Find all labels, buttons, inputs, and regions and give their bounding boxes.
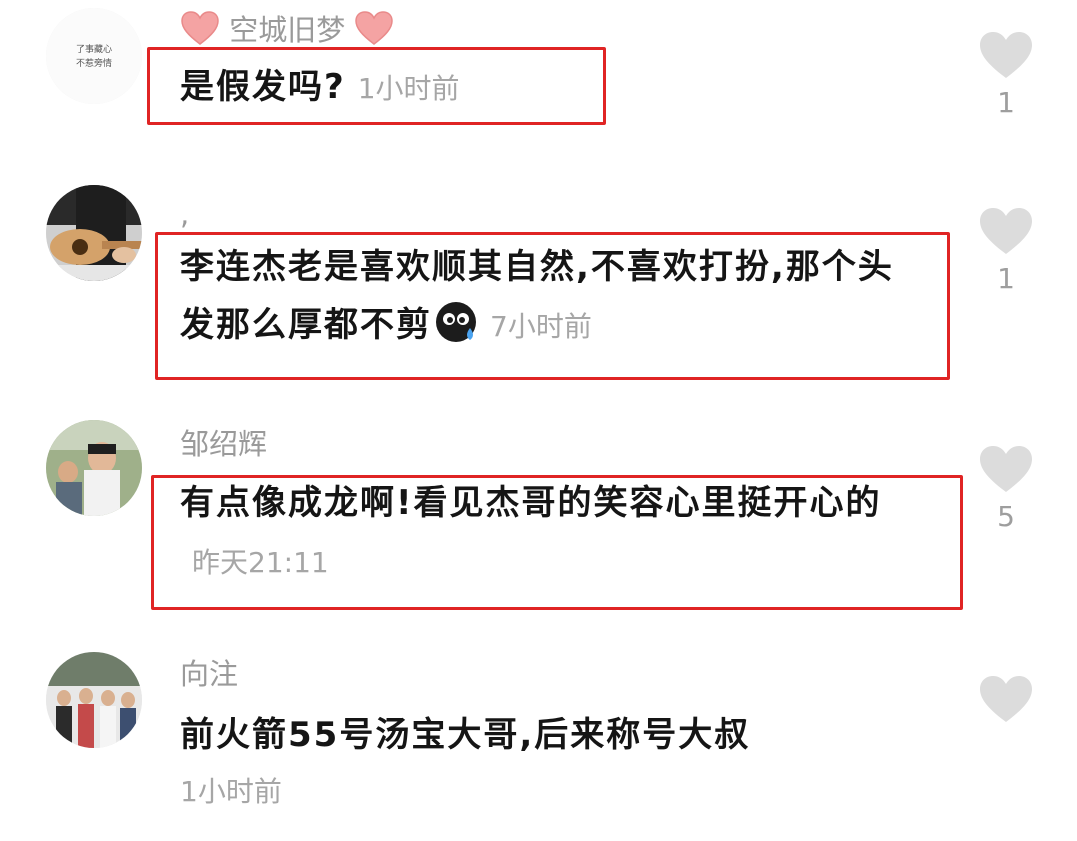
like-button[interactable]: [976, 674, 1036, 730]
avatar-lettering-line-2: 不惹旁情: [76, 57, 112, 69]
comment-time: 7小时前: [490, 310, 592, 343]
comment-body: 有点像成龙啊!看见杰哥的笑容心里挺开心的: [180, 483, 882, 523]
avatar-image: 了事藏心 不惹旁情: [46, 8, 142, 104]
avatar-image: [46, 185, 142, 281]
comment-item: 邹绍辉 有点像成龙啊!看见杰哥的笑容心里挺开心的昨天21:11 5: [0, 418, 1077, 618]
comment-body: 是假发吗?: [180, 67, 346, 107]
comment-text: 有点像成龙啊!看见杰哥的笑容心里挺开心的昨天21:11: [180, 474, 920, 592]
comment-username[interactable]: 邹绍辉: [180, 426, 267, 462]
heart-icon: [980, 32, 1032, 78]
comment-time: 1小时前: [180, 775, 282, 808]
avatar-lettering-line-1: 了事藏心: [76, 43, 112, 55]
comment-text: 李连杰老是喜欢顺其自然,不喜欢打扮,那个头发那么厚都不剪 7小时前: [180, 238, 910, 356]
avatar-image: [46, 652, 142, 748]
comment-item: , 李连杰老是喜欢顺其自然,不喜欢打扮,那个头发那么厚都不剪 7小时前 1: [0, 180, 1077, 390]
comment-username[interactable]: ,: [180, 196, 189, 232]
user-avatar[interactable]: [46, 652, 142, 748]
username-text: 空城旧梦: [229, 13, 346, 47]
like-button[interactable]: 5: [976, 444, 1036, 534]
heart-icon: [980, 208, 1032, 254]
user-avatar[interactable]: [46, 420, 142, 516]
like-count: 1: [997, 262, 1015, 295]
like-count: 1: [997, 86, 1015, 119]
like-button[interactable]: 1: [976, 30, 1036, 120]
like-button[interactable]: 1: [976, 206, 1036, 296]
comment-body: 前火箭55号汤宝大哥,后来称号大叔: [180, 715, 751, 755]
heart-icon: [980, 676, 1032, 722]
user-avatar[interactable]: 了事藏心 不惹旁情: [46, 8, 142, 104]
comment-item: 向注 前火箭55号汤宝大哥,后来称号大叔 1小时前: [0, 650, 1077, 841]
comment-username[interactable]: 向注: [180, 656, 238, 692]
comment-text: 是假发吗? 1小时前: [180, 58, 460, 118]
like-count: 5: [997, 500, 1015, 533]
crying-face-emoji-icon: [434, 300, 478, 344]
avatar-image: [46, 420, 142, 516]
comment-text: 前火箭55号汤宝大哥,后来称号大叔: [180, 706, 750, 764]
heart-icon: [980, 446, 1032, 492]
comment-time: 昨天21:11: [192, 546, 329, 579]
user-avatar[interactable]: [46, 185, 142, 281]
comment-item: 了事藏心 不惹旁情 空城旧梦 是假发吗? 1小时前 1: [0, 0, 1077, 140]
comment-time: 1小时前: [357, 72, 460, 105]
